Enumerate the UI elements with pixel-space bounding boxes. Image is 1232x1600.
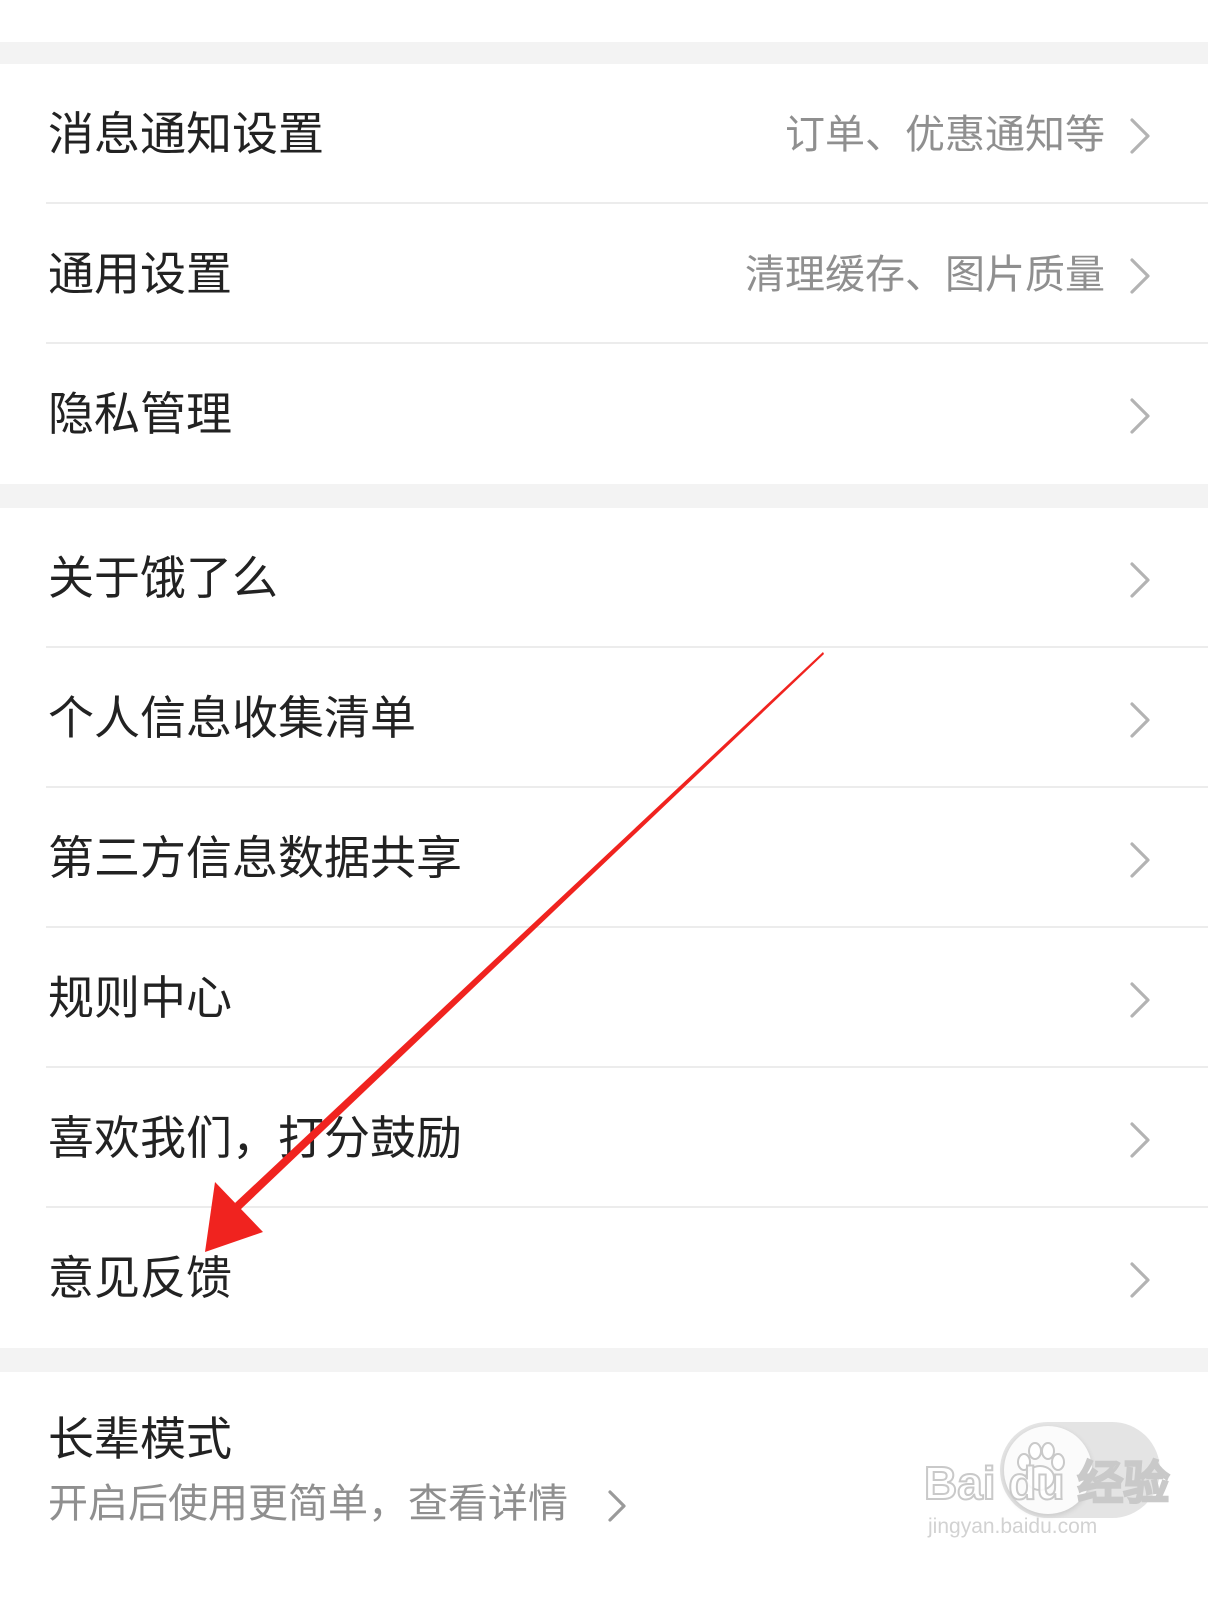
elder-mode-title: 长辈模式 (48, 1412, 232, 1466)
toggle-knob (1004, 1426, 1092, 1514)
row-rate-us[interactable]: 喜欢我们，打分鼓励 (0, 1068, 1208, 1208)
row-general-settings[interactable]: 通用设置 清理缓存、图片质量 (0, 204, 1208, 344)
chevron-right-icon (608, 1490, 626, 1522)
top-strip (0, 0, 1232, 42)
row-feedback[interactable]: 意见反馈 (0, 1208, 1208, 1348)
chevron-right-icon (1130, 398, 1150, 434)
chevron-right-icon (1130, 562, 1150, 598)
row-label: 意见反馈 (48, 1251, 232, 1305)
row-about-eleme[interactable]: 关于饿了么 (0, 508, 1208, 648)
chevron-right-icon (1130, 258, 1150, 294)
row-label: 个人信息收集清单 (48, 691, 416, 745)
row-label: 消息通知设置 (48, 107, 324, 161)
right-edge (1208, 0, 1232, 1600)
row-notification-settings[interactable]: 消息通知设置 订单、优惠通知等 (0, 64, 1208, 204)
row-hint: 清理缓存、图片质量 (745, 252, 1105, 298)
settings-screen: 消息通知设置 订单、优惠通知等 通用设置 清理缓存、图片质量 隐私管理 关于饿了… (0, 0, 1232, 1600)
section-gap (0, 484, 1208, 508)
row-label: 喜欢我们，打分鼓励 (48, 1111, 462, 1165)
chevron-right-icon (1130, 842, 1150, 878)
row-third-party-sharing[interactable]: 第三方信息数据共享 (0, 788, 1208, 928)
row-rules-center[interactable]: 规则中心 (0, 928, 1208, 1068)
row-label: 关于饿了么 (48, 551, 278, 605)
row-privacy-management[interactable]: 隐私管理 (0, 344, 1208, 484)
chevron-right-icon (1130, 702, 1150, 738)
section-gap (0, 1348, 1208, 1372)
row-label: 隐私管理 (48, 387, 232, 441)
chevron-right-icon (1130, 1122, 1150, 1158)
chevron-right-icon (1130, 118, 1150, 154)
row-label: 通用设置 (48, 247, 232, 301)
section-gap (0, 42, 1208, 64)
row-hint: 订单、优惠通知等 (785, 112, 1105, 158)
chevron-right-icon (1130, 982, 1150, 1018)
row-label: 规则中心 (48, 971, 232, 1025)
elder-mode-details-link[interactable]: 开启后使用更简单，查看详情 (48, 1480, 568, 1528)
elder-mode-row: 长辈模式 开启后使用更简单，查看详情 (0, 1372, 1208, 1600)
row-label: 第三方信息数据共享 (48, 831, 462, 885)
row-personal-info-list[interactable]: 个人信息收集清单 (0, 648, 1208, 788)
elder-mode-toggle[interactable] (1000, 1422, 1160, 1518)
chevron-right-icon (1130, 1262, 1150, 1298)
